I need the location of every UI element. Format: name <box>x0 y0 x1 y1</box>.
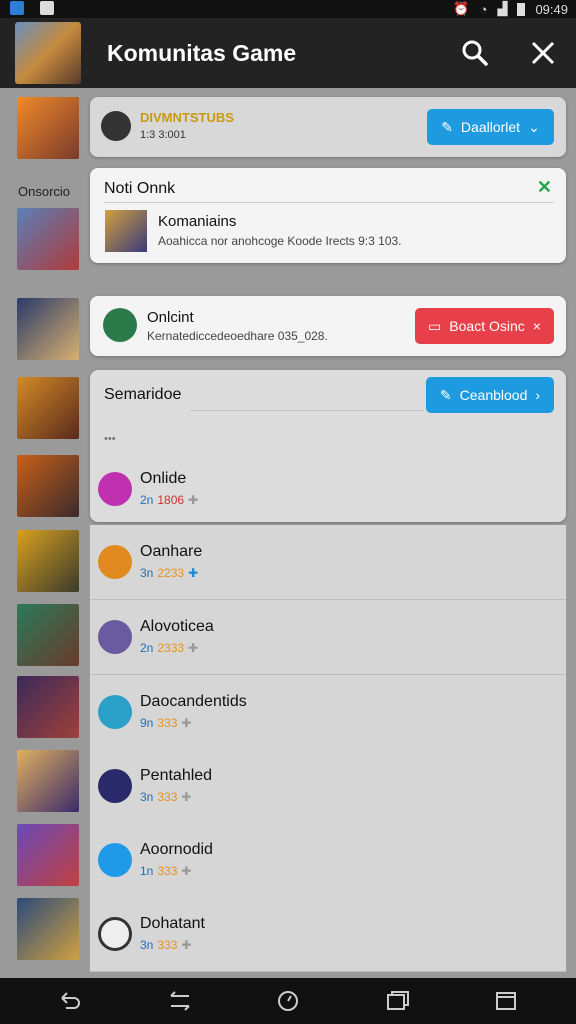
close-icon[interactable] <box>530 40 556 66</box>
list-item-name: Oanhare <box>140 543 203 560</box>
chat-icon: ▭ <box>428 317 442 334</box>
chevron-right-icon: › <box>535 387 541 403</box>
featured-subtitle: 1:3 3:001 <box>140 129 186 141</box>
status-time: 09:49 <box>535 1 568 17</box>
game-thumbnail[interactable] <box>17 898 79 960</box>
controller-icon <box>101 111 131 141</box>
list-item-meta: 3n 333 ✚ <box>140 938 192 952</box>
list-item-name: Alovoticea <box>140 618 214 635</box>
pin-icon: ✚ <box>181 864 192 878</box>
list-item[interactable]: Oanhare 3n 2233 ✚ <box>90 525 566 600</box>
signal-icon: ▟ <box>497 1 508 16</box>
game-icon <box>98 769 132 803</box>
pin-icon: ✚ <box>188 641 199 655</box>
online-card: Onlcint Kernatediccedeoedhare 035_028. ▭… <box>90 296 566 356</box>
chevron-down-icon: ⌄ <box>528 118 540 135</box>
featured-card: DIVMNTSTUBS 1:3 3:001 ✎ Daallorlet ⌄ <box>90 97 566 157</box>
list-item-meta: 3n 2233 ✚ <box>140 566 199 580</box>
notification-card: Noti Onnk ✕ Komaniains Aoahicca nor anoh… <box>90 168 566 263</box>
list-item-name: Dohatant <box>140 915 205 932</box>
app-notification-icon <box>10 1 24 15</box>
featured-button[interactable]: ✎ Daallorlet ⌄ <box>427 109 554 145</box>
online-avatar <box>103 308 137 342</box>
game-thumbnail[interactable] <box>17 676 79 738</box>
game-thumbnail[interactable] <box>17 750 79 812</box>
wifi-icon: ◔ <box>479 1 488 17</box>
notification-item-title: Komaniains <box>158 213 237 230</box>
online-title: Onlcint <box>147 309 194 326</box>
search-icon[interactable] <box>462 40 488 66</box>
list-item-meta: 1n 333 ✚ <box>140 864 192 878</box>
game-thumbnail[interactable] <box>17 298 79 360</box>
game-icon <box>98 620 132 654</box>
list-item[interactable]: Onlide 2n 1806 ✚ <box>90 452 566 524</box>
game-icon <box>98 472 132 506</box>
game-thumbnail[interactable] <box>17 377 79 439</box>
side-label: Onsorcio <box>18 184 71 199</box>
list-item[interactable]: Dohatant 3n 333 ✚ <box>90 897 566 972</box>
game-icon <box>98 545 132 579</box>
close-icon: × <box>532 318 541 334</box>
game-thumbnail[interactable] <box>17 97 79 159</box>
divider <box>104 202 554 203</box>
window-icon[interactable] <box>494 990 518 1012</box>
online-text: Kernatediccedeoedhare 035_028. <box>147 329 328 343</box>
section-button[interactable]: ✎ Ceanblood › <box>426 377 554 413</box>
user-avatar[interactable] <box>15 22 81 84</box>
swap-icon[interactable] <box>168 990 192 1012</box>
boost-button[interactable]: ▭ Boact Osinc × <box>415 308 554 344</box>
status-bar: ⏰ ◔ ▟ 09:49 <box>0 0 576 18</box>
featured-button-label: Daallorlet <box>460 119 521 135</box>
list-item-meta: 2n 1806 ✚ <box>140 493 199 507</box>
game-icon <box>98 695 132 729</box>
edit-icon: ✎ <box>439 386 452 403</box>
notification-item-text: Aoahicca nor anohcoge Koode Irects 9:3 1… <box>158 234 402 248</box>
list-item-name: Pentahled <box>140 767 213 784</box>
notification-header: Noti Onnk <box>104 180 176 197</box>
game-thumbnail[interactable] <box>17 824 79 886</box>
notification-item-thumbnail[interactable] <box>105 210 147 252</box>
divider <box>190 410 424 411</box>
pin-icon: ✚ <box>188 493 199 507</box>
notification-close-icon[interactable]: ✕ <box>537 177 552 198</box>
home-icon[interactable] <box>276 990 300 1012</box>
section-button-label: Ceanblood <box>459 387 528 403</box>
pin-icon: ✚ <box>188 566 199 580</box>
game-thumbnail[interactable] <box>17 604 79 666</box>
featured-title: DIVMNTSTUBS <box>140 110 234 125</box>
game-thumbnail[interactable] <box>17 455 79 517</box>
list-item-name: Daocandentids <box>140 693 247 710</box>
game-icon <box>98 843 132 877</box>
edit-icon: ✎ <box>441 118 453 135</box>
game-thumbnail[interactable] <box>17 530 79 592</box>
image-notification-icon <box>40 1 54 15</box>
game-thumbnail[interactable] <box>17 208 79 270</box>
list-item[interactable]: Aoornodid 1n 333 ✚ <box>90 823 566 898</box>
more-dots[interactable]: ••• <box>104 433 116 445</box>
list-item-meta: 9n 333 ✚ <box>140 716 192 730</box>
list-item-name: Onlide <box>140 470 187 487</box>
page-title: Komunitas Game <box>107 40 297 66</box>
list-item-meta: 2n 2333 ✚ <box>140 641 199 655</box>
list-item[interactable]: Pentahled 3n 333 ✚ <box>90 749 566 824</box>
list-item-name: Aoornodid <box>140 841 213 858</box>
battery-icon <box>517 2 526 16</box>
app-bar: Komunitas Game <box>0 18 576 88</box>
navigation-bar <box>0 978 576 1024</box>
game-icon <box>98 917 132 951</box>
back-icon[interactable] <box>58 990 82 1012</box>
alarm-icon: ⏰ <box>453 1 470 16</box>
list-item-meta: 3n 333 ✚ <box>140 790 192 804</box>
section-title: Semaridoe <box>104 386 182 403</box>
pin-icon: ✚ <box>181 790 192 804</box>
pin-icon: ✚ <box>181 938 192 952</box>
recents-icon[interactable] <box>386 990 410 1012</box>
list-item[interactable]: Daocandentids 9n 333 ✚ <box>90 675 566 750</box>
boost-button-label: Boact Osinc <box>449 318 525 334</box>
list-item[interactable]: Alovoticea 2n 2333 ✚ <box>90 600 566 675</box>
pin-icon: ✚ <box>181 716 192 730</box>
